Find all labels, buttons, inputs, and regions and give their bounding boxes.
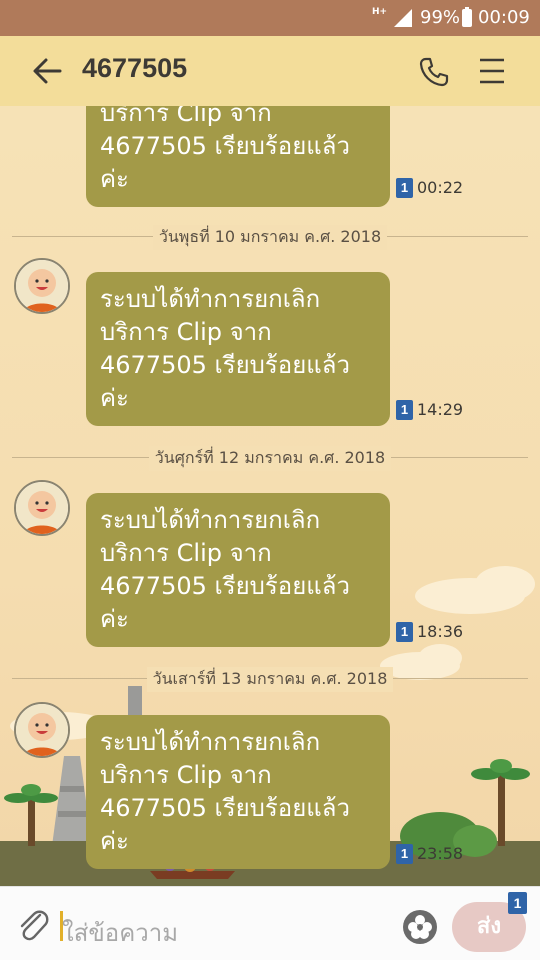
- contact-title: 4677505: [82, 53, 188, 83]
- message-line: ค่ะ: [100, 605, 129, 633]
- send-sim-badge: 1: [508, 892, 527, 914]
- message-line: บริการ Clip จาก: [100, 318, 272, 346]
- message-time: 18:36: [417, 622, 464, 641]
- message-line: 4677505 เรียบร้อยแล้ว: [100, 794, 350, 822]
- message-bubble[interactable]: ระบบได้ทำการยกเลิก บริการ Clip จาก 46775…: [86, 493, 390, 647]
- sim-badge: 1: [396, 400, 413, 420]
- sticker-icon[interactable]: [402, 909, 438, 945]
- signal-icon: [394, 9, 412, 27]
- message-line: ระบบได้ทำการยกเลิก: [100, 506, 321, 534]
- battery-percent: 99%: [420, 7, 461, 28]
- message-bubble[interactable]: ระบบได้ทำการยกเลิก บริการ Clip จาก 46775…: [86, 272, 390, 426]
- conversation-header: 4677505: [0, 36, 540, 106]
- date-separator: วันเสาร์ที่ 13 มกราคม ค.ศ. 2018: [12, 667, 528, 692]
- avatar[interactable]: [14, 480, 70, 536]
- compose-bar: ใส่ข้อความ ส่ง 1: [0, 886, 540, 960]
- sim-badge: 1: [396, 178, 413, 198]
- paperclip-icon[interactable]: [16, 907, 50, 943]
- message-line: บริการ Clip จาก: [100, 761, 272, 789]
- message-line: บริการ Clip จาก: [100, 539, 272, 567]
- message-line: ค่ะ: [100, 384, 129, 412]
- status-clock: 00:09: [478, 7, 530, 28]
- sim-badge: 1: [396, 844, 413, 864]
- message-input[interactable]: ใส่ข้อความ: [62, 913, 178, 952]
- message-line: 4677505 เรียบร้อยแล้ว: [100, 351, 350, 379]
- phone-icon[interactable]: [418, 56, 450, 88]
- avatar[interactable]: [14, 258, 70, 314]
- sim-badge: 1: [396, 622, 413, 642]
- date-label: วันเสาร์ที่ 13 มกราคม ค.ศ. 2018: [146, 667, 394, 692]
- message-line: ค่ะ: [100, 165, 129, 193]
- back-arrow-icon[interactable]: [30, 54, 64, 88]
- message-line: 4677505 เรียบร้อยแล้ว: [100, 572, 350, 600]
- message-time: 14:29: [417, 400, 464, 419]
- conversation-list[interactable]: บริการ Clip จาก 4677505 เรียบร้อยแล้ว ค่…: [0, 106, 540, 886]
- message-time: 23:58: [417, 844, 464, 863]
- avatar[interactable]: [14, 702, 70, 758]
- date-label: วันพุธที่ 10 มกราคม ค.ศ. 2018: [152, 225, 388, 250]
- message-line: ค่ะ: [100, 827, 129, 855]
- message-bubble[interactable]: ระบบได้ทำการยกเลิก บริการ Clip จาก 46775…: [86, 715, 390, 869]
- message-bubble[interactable]: บริการ Clip จาก 4677505 เรียบร้อยแล้ว ค่…: [86, 106, 390, 207]
- message-line: บริการ Clip จาก: [100, 106, 272, 127]
- menu-icon[interactable]: [478, 58, 506, 84]
- network-type: H+: [372, 7, 388, 17]
- date-separator: วันศุกร์ที่ 12 มกราคม ค.ศ. 2018: [12, 446, 528, 471]
- date-label: วันศุกร์ที่ 12 มกราคม ค.ศ. 2018: [148, 446, 392, 471]
- status-bar: H+ 99% 00:09: [0, 0, 540, 36]
- message-line: ระบบได้ทำการยกเลิก: [100, 728, 321, 756]
- battery-icon: [462, 7, 472, 27]
- message-line: 4677505 เรียบร้อยแล้ว: [100, 132, 350, 160]
- date-separator: วันพุธที่ 10 มกราคม ค.ศ. 2018: [12, 225, 528, 250]
- message-line: ระบบได้ทำการยกเลิก: [100, 285, 321, 313]
- message-time: 00:22: [417, 178, 464, 197]
